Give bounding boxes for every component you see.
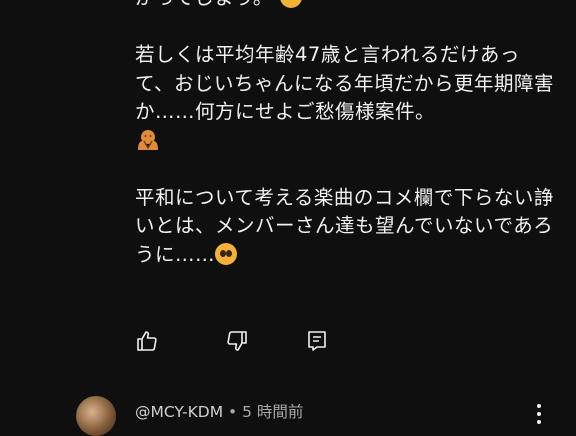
thumbs-down-icon bbox=[227, 331, 247, 351]
comment-header: @MCY-KDM • 5 時間前 bbox=[135, 400, 303, 422]
comment-paragraph-3: 平和について考える楽曲のコメ欄で下らない諍いとは、メンバーさん達も望んでいないで… bbox=[135, 185, 554, 266]
dislike-button[interactable] bbox=[222, 326, 252, 356]
reply-button[interactable] bbox=[302, 326, 332, 356]
comment-paragraph-2: 若しくは平均年齢47歳と言われるだけあって、おじいちゃんになる年頃だから更年期障… bbox=[135, 41, 555, 155]
comment-line-partial: がってしまう。 bbox=[135, 0, 555, 13]
pleading-face-emoji-icon bbox=[215, 242, 238, 265]
pleading-hands-emoji-icon bbox=[135, 128, 161, 152]
avatar[interactable] bbox=[76, 396, 116, 436]
reply-comment-icon bbox=[308, 331, 326, 351]
timestamp[interactable]: 5 時間前 bbox=[242, 403, 303, 421]
thumbs-up-icon bbox=[137, 331, 157, 351]
next-comment: @MCY-KDM • 5 時間前 bbox=[0, 390, 576, 436]
author-name[interactable]: @MCY-KDM bbox=[135, 403, 223, 421]
more-vert-icon[interactable] bbox=[529, 402, 549, 430]
like-button[interactable] bbox=[132, 326, 162, 356]
comment-text: がってしまう。 若しくは平均年齢47歳と言われるだけあって、おじいちゃんになる年… bbox=[135, 0, 555, 298]
worried-face-emoji-icon bbox=[279, 0, 302, 8]
separator: • bbox=[223, 403, 243, 421]
